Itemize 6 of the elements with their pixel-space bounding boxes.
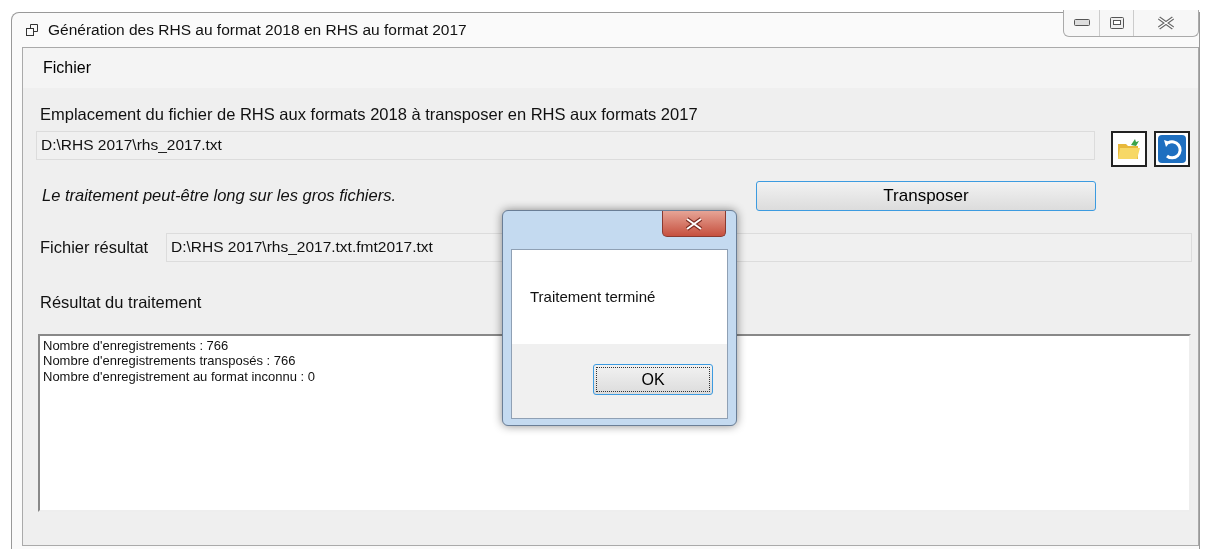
section-label: Résultat du traitement (40, 292, 202, 311)
window-title: Génération des RHS au format 2018 en RHS au format 2017 (48, 20, 467, 41)
note-text: Le traitement peut-être long sur les gros fichiers. (41, 185, 397, 207)
field-label: Emplacement du fichier de RHS aux formats 2018 à transposer en RHS aux formats 2017 (40, 104, 699, 125)
dialog-message: Traitement terminé (530, 286, 656, 307)
field-label: Fichier résultat (40, 236, 150, 258)
